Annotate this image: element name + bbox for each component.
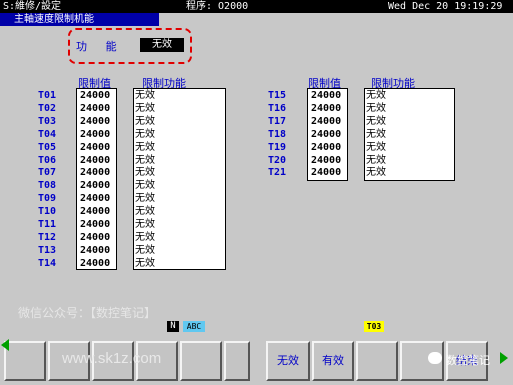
tool-number: T21 <box>268 167 287 179</box>
page-title: 主軸速度限制机能 <box>0 13 159 26</box>
limit-value-cell[interactable]: 24000 <box>80 244 110 257</box>
limit-value-cell[interactable]: 24000 <box>80 205 110 218</box>
limit-function-cell[interactable]: 无效 <box>135 179 155 192</box>
limit-value-cell[interactable]: 24000 <box>80 218 110 231</box>
limit-function-cell[interactable]: 无效 <box>135 102 155 115</box>
limit-function-cell[interactable]: 无效 <box>135 218 155 231</box>
prev-page-arrow-icon[interactable] <box>1 339 9 351</box>
input-mode-abc: ABC <box>183 321 205 332</box>
function-label: 功 能 <box>76 40 123 53</box>
limit-value-cell[interactable]: 24000 <box>80 154 110 167</box>
softkey-invalid[interactable]: 无效 <box>266 341 310 381</box>
limit-value-cell[interactable]: 24000 <box>80 192 110 205</box>
limit-function-cell[interactable]: 无效 <box>135 115 155 128</box>
tool-number: T05 <box>38 141 57 153</box>
limit-function-cell[interactable]: 无效 <box>135 244 155 257</box>
tool-number: T15 <box>268 90 287 101</box>
tool-number: T18 <box>268 128 287 140</box>
limit-value-cell[interactable]: 24000 <box>80 257 110 270</box>
softkey-9[interactable] <box>356 341 398 381</box>
tool-number: T20 <box>268 154 287 166</box>
limit-function-cell[interactable]: 无效 <box>366 141 386 154</box>
wechat-icon <box>428 352 442 364</box>
limit-value-cell[interactable]: 24000 <box>311 102 341 115</box>
limit-function-cell[interactable]: 无效 <box>135 257 155 270</box>
limit-function-cell[interactable]: 无效 <box>135 154 155 167</box>
tool-number: T02 <box>38 102 57 114</box>
limit-value-cell[interactable]: 24000 <box>80 231 110 244</box>
limit-value-cell[interactable]: 24000 <box>80 166 110 179</box>
program-text: 程序: O2000 <box>186 1 249 12</box>
limit-value-cell[interactable]: 24000 <box>80 179 110 192</box>
tool-number: T06 <box>38 154 57 166</box>
tool-number: T13 <box>38 244 57 256</box>
tool-number: T04 <box>38 128 57 140</box>
softkey-valid[interactable]: 有效 <box>312 341 354 381</box>
softkey-5[interactable] <box>180 341 222 381</box>
limit-function-cell[interactable]: 无效 <box>135 192 155 205</box>
limit-function-cell[interactable]: 无效 <box>366 128 386 141</box>
input-mode-n: N <box>167 321 179 332</box>
wechat-watermark: 微信公众号：【数控笔记】 <box>18 306 157 320</box>
datetime-text: Wed Dec 20 19:19:29 <box>388 1 503 12</box>
limit-value-cell[interactable]: 24000 <box>80 102 110 115</box>
limit-value-cell[interactable]: 24000 <box>311 141 341 154</box>
next-page-arrow-icon[interactable] <box>500 352 508 364</box>
tool-number: T14 <box>38 257 57 269</box>
limit-function-cell[interactable]: 无效 <box>135 231 155 244</box>
limit-value-cell[interactable]: 24000 <box>311 89 341 102</box>
mode-text: S:維修/設定 <box>3 1 62 12</box>
tool-number: T17 <box>268 115 287 127</box>
softkey-6[interactable] <box>224 341 250 381</box>
limit-value-cell[interactable]: 24000 <box>80 141 110 154</box>
tool-number: T08 <box>38 180 57 192</box>
limit-function-cell[interactable]: 无效 <box>135 205 155 218</box>
limit-value-cell[interactable]: 24000 <box>311 128 341 141</box>
tool-number: T07 <box>38 167 57 179</box>
softkey-1[interactable] <box>4 341 46 381</box>
function-value[interactable]: 无效 <box>140 38 184 52</box>
limit-function-cell[interactable]: 无效 <box>366 166 386 179</box>
tool-number: T09 <box>38 193 57 205</box>
limit-function-cell[interactable]: 无效 <box>135 166 155 179</box>
brand-watermark: 数控笔记 <box>446 354 490 367</box>
tool-number: T16 <box>268 102 287 114</box>
limit-value-cell[interactable]: 24000 <box>311 115 341 128</box>
limit-value-cell[interactable]: 24000 <box>311 166 341 179</box>
tool-number: T11 <box>38 219 57 230</box>
tool-number: T19 <box>268 141 287 153</box>
current-tool-badge: T03 <box>364 321 384 332</box>
limit-function-cell[interactable]: 无效 <box>135 89 155 102</box>
limit-value-cell[interactable]: 24000 <box>80 115 110 128</box>
tool-number: T03 <box>38 115 57 127</box>
limit-function-cell[interactable]: 无效 <box>366 89 386 102</box>
tool-number: T12 <box>38 231 57 243</box>
limit-function-cell[interactable]: 无效 <box>366 115 386 128</box>
status-bar: S:維修/設定 程序: O2000 Wed Dec 20 19:19:29 <box>0 0 513 13</box>
limit-function-cell[interactable]: 无效 <box>135 128 155 141</box>
limit-function-cell[interactable]: 无效 <box>366 102 386 115</box>
limit-value-cell[interactable]: 24000 <box>80 89 110 102</box>
url-watermark: www.sk1z.com <box>62 350 162 367</box>
limit-function-cell[interactable]: 无效 <box>135 141 155 154</box>
tool-number: T01 <box>38 90 57 101</box>
tool-number: T10 <box>38 206 57 218</box>
limit-function-cell[interactable]: 无效 <box>366 154 386 167</box>
limit-value-cell[interactable]: 24000 <box>311 154 341 167</box>
limit-value-cell[interactable]: 24000 <box>80 128 110 141</box>
